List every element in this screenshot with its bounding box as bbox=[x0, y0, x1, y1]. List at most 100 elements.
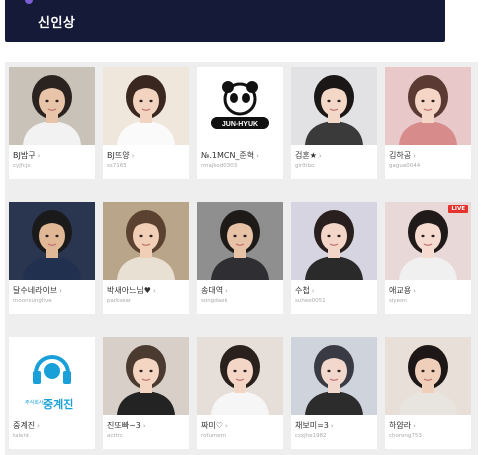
avatar bbox=[385, 337, 471, 415]
streamer-id: moonsunglive bbox=[13, 298, 52, 304]
streamer-id: cyjfcjx bbox=[13, 163, 31, 169]
streamer-thumbnail[interactable]: JUN-HYUK bbox=[197, 67, 283, 145]
streamer-id: suhee0051 bbox=[295, 298, 326, 304]
streamer-card[interactable]: JUN-HYUK №.1MCN_준혁 › rmajkod0303 bbox=[197, 67, 283, 179]
avatar bbox=[291, 202, 377, 280]
streamer-thumbnail[interactable] bbox=[103, 67, 189, 145]
section-header: 신인상 bbox=[5, 0, 445, 42]
streamer-name-link[interactable]: BJ뜨양 › bbox=[107, 150, 134, 161]
streamer-card[interactable]: 수첩 › suhee0051 bbox=[291, 202, 377, 314]
streamer-thumbnail[interactable] bbox=[103, 337, 189, 415]
chevron-right-icon: › bbox=[311, 287, 315, 295]
streamer-name: 진또빠~3 bbox=[107, 421, 141, 430]
streamer-name: 중계진 bbox=[13, 421, 36, 430]
chevron-right-icon: › bbox=[225, 287, 228, 295]
streamer-name-link[interactable]: 하얌라 › bbox=[389, 420, 416, 431]
streamer-thumbnail[interactable] bbox=[291, 337, 377, 415]
chevron-right-icon: › bbox=[318, 152, 322, 160]
streamer-card[interactable]: 채보미=3 › csxjhe1982 bbox=[291, 337, 377, 449]
streamer-card[interactable]: 진또빠~3 › acttrc bbox=[103, 337, 189, 449]
streamer-name-link[interactable]: BJ밤구 › bbox=[13, 150, 40, 161]
avatar bbox=[197, 202, 283, 280]
streamer-thumbnail[interactable]: 주식회사 중계진 bbox=[9, 337, 95, 415]
streamer-thumbnail[interactable] bbox=[103, 202, 189, 280]
avatar bbox=[9, 202, 95, 280]
streamer-name-link[interactable]: 박새아느님♥ › bbox=[107, 285, 156, 296]
streamer-name-link[interactable]: 진또빠~3 › bbox=[107, 420, 146, 431]
streamer-card[interactable]: 박새아느님♥ › parksear bbox=[103, 202, 189, 314]
streamer-id: gagua0044 bbox=[389, 163, 421, 169]
streamer-name: 달수네라이브 bbox=[13, 286, 58, 295]
streamer-card[interactable]: BJ뜨양 › ss7165 bbox=[103, 67, 189, 179]
streamer-name-link[interactable]: 짜미♡ › bbox=[201, 420, 228, 431]
streamer-thumbnail[interactable] bbox=[385, 202, 471, 280]
streamer-name: 채보미=3 bbox=[295, 421, 329, 430]
streamer-name: BJ밤구 bbox=[13, 151, 36, 160]
streamer-name: 박새아느님♥ bbox=[107, 286, 151, 295]
chevron-right-icon: › bbox=[37, 152, 41, 160]
streamer-thumbnail[interactable] bbox=[385, 337, 471, 415]
chevron-right-icon: › bbox=[152, 287, 156, 295]
streamer-id: girltibo bbox=[295, 163, 315, 169]
streamer-id: csxjhe1982 bbox=[295, 433, 327, 439]
streamer-card[interactable]: 주식회사 중계진 중계진 › talent bbox=[9, 337, 95, 449]
svg-text:주식회사: 주식회사 bbox=[25, 399, 44, 406]
avatar bbox=[103, 337, 189, 415]
avatar bbox=[103, 67, 189, 145]
streamer-id: ss7165 bbox=[107, 163, 127, 169]
streamer-name-link[interactable]: 애교용 › bbox=[389, 285, 416, 296]
streamer-card[interactable]: LIVE 애교용 › siyeon bbox=[385, 202, 471, 314]
streamer-card[interactable]: 달수네라이브 › moonsunglive bbox=[9, 202, 95, 314]
chevron-right-icon: › bbox=[131, 152, 135, 160]
streamer-name-link[interactable]: 중계진 › bbox=[13, 420, 40, 431]
streamer-id: rmajkod0303 bbox=[201, 163, 238, 169]
streamer-thumbnail[interactable] bbox=[9, 202, 95, 280]
streamer-name-link[interactable]: 김하공 › bbox=[389, 150, 416, 161]
streamer-card[interactable]: 김하공 › gagua0044 bbox=[385, 67, 471, 179]
avatar bbox=[385, 202, 471, 280]
avatar bbox=[385, 67, 471, 145]
streamer-name-link[interactable]: 채보미=3 › bbox=[295, 420, 334, 431]
streamer-id: chorong753 bbox=[389, 433, 422, 439]
streamer-name: 김하공 bbox=[389, 151, 412, 160]
streamer-name-link[interactable]: 검혼★ › bbox=[295, 150, 322, 161]
section-title: 신인상 bbox=[38, 16, 76, 31]
avatar bbox=[291, 337, 377, 415]
junggyejin-logo-icon: 주식회사 중계진 bbox=[9, 337, 95, 415]
streamer-name: 검혼★ bbox=[295, 151, 317, 160]
streamer-id: talent bbox=[13, 433, 30, 439]
streamer-name-link[interactable]: 수첩 › bbox=[295, 285, 315, 296]
streamer-id: siyeon bbox=[389, 298, 407, 304]
chevron-right-icon: › bbox=[142, 422, 146, 430]
streamer-id: acttrc bbox=[107, 433, 123, 439]
avatar bbox=[197, 337, 283, 415]
streamer-thumbnail[interactable] bbox=[9, 67, 95, 145]
streamer-card[interactable]: BJ밤구 › cyjfcjx bbox=[9, 67, 95, 179]
streamer-card[interactable]: 송대역 › songdaek bbox=[197, 202, 283, 314]
chevron-right-icon: › bbox=[413, 422, 416, 430]
streamer-id: parksear bbox=[107, 298, 132, 304]
streamer-name: 수첩 bbox=[295, 286, 310, 295]
streamer-thumbnail[interactable] bbox=[197, 202, 283, 280]
chevron-right-icon: › bbox=[413, 152, 416, 160]
streamer-card[interactable]: 하얌라 › chorong753 bbox=[385, 337, 471, 449]
live-badge: LIVE bbox=[448, 205, 468, 213]
streamer-name-link[interactable]: 송대역 › bbox=[201, 285, 228, 296]
streamer-name: 송대역 bbox=[201, 286, 224, 295]
svg-text:JUN-HYUK: JUN-HYUK bbox=[222, 121, 258, 128]
streamer-thumbnail[interactable] bbox=[291, 202, 377, 280]
streamer-name-link[interactable]: №.1MCN_준혁 › bbox=[201, 150, 259, 161]
streamer-grid: BJ밤구 › cyjfcjx BJ뜨양 › ss7165 JUN-HYUK №.1MCN_준혁… bbox=[5, 62, 478, 455]
streamer-name: 하얌라 bbox=[389, 421, 412, 430]
streamer-card[interactable]: 검혼★ › girltibo bbox=[291, 67, 377, 179]
avatar bbox=[9, 67, 95, 145]
streamer-name-link[interactable]: 달수네라이브 › bbox=[13, 285, 62, 296]
streamer-name: BJ뜨양 bbox=[107, 151, 130, 160]
chevron-right-icon: › bbox=[413, 287, 416, 295]
chevron-right-icon: › bbox=[224, 422, 228, 430]
streamer-thumbnail[interactable] bbox=[385, 67, 471, 145]
streamer-card[interactable]: 짜미♡ › rofumem bbox=[197, 337, 283, 449]
streamer-thumbnail[interactable] bbox=[291, 67, 377, 145]
junhyuk-logo-icon: JUN-HYUK bbox=[197, 67, 283, 145]
streamer-thumbnail[interactable] bbox=[197, 337, 283, 415]
